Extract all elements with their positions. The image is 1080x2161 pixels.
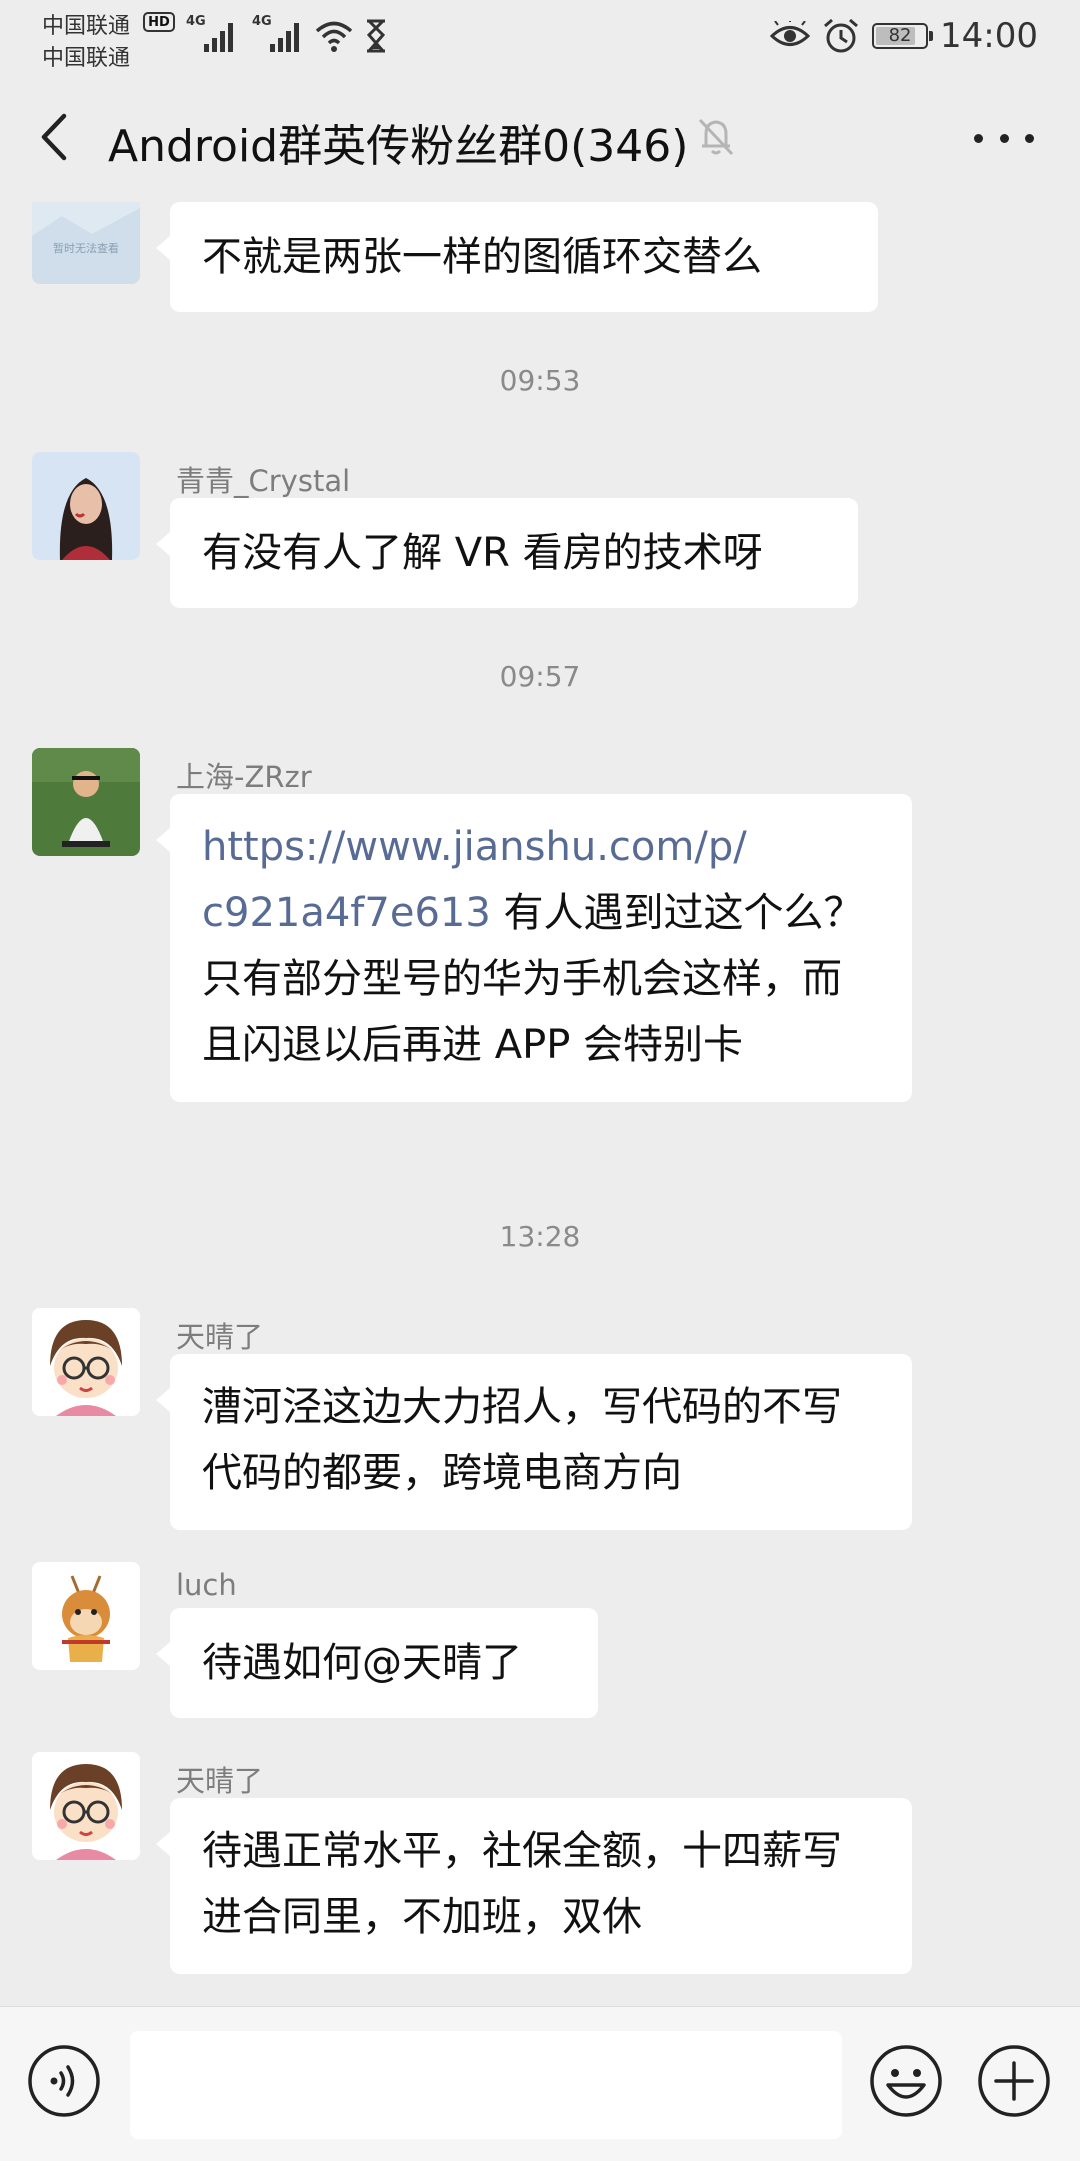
link-line-1: https://www.jianshu.com/p/ (202, 824, 747, 870)
signal-icon (204, 23, 233, 52)
chat-title: Android群英传粉丝群0(346) (108, 121, 689, 172)
more-dot (999, 133, 1009, 143)
avatar-cartoon-boy (32, 1752, 140, 1860)
input-bar (0, 2006, 1080, 2161)
timestamp: 13:28 (499, 1220, 581, 1253)
eye-icon (770, 21, 811, 46)
message-bubble[interactable]: 漕河泾这边大力招人，写代码的不写代码的都要，跨境电商方向 (156, 1354, 912, 1530)
carrier-info: 中国联通 HD 中国联通 4G 4G (42, 8, 402, 71)
message-bubble[interactable]: 待遇如何@天晴了 (156, 1608, 598, 1718)
voice-icon (28, 2045, 100, 2117)
avatar-caption: 暂时无法查看 (53, 242, 119, 255)
message-bubble[interactable]: https://www.jianshu.com/p/c921a4f7e613 有… (156, 794, 912, 1102)
avatar[interactable] (32, 452, 140, 560)
avatar[interactable] (32, 748, 140, 856)
message-bubble[interactable]: 有没有人了解 VR 看房的技术呀 (156, 498, 858, 608)
more-dot (1025, 133, 1034, 143)
bell-off-icon (698, 118, 734, 156)
message-text: 待遇如何@天晴了 (202, 1640, 522, 1686)
avatar[interactable]: 暂时无法查看 (32, 202, 140, 284)
sender-name: luch (176, 1568, 237, 1602)
sender-name: 天晴了 (176, 1320, 264, 1354)
hourglass-icon (366, 19, 386, 53)
sender-name: 天晴了 (176, 1764, 264, 1798)
message-text: 有没有人了解 VR 看房的技术呀 (202, 530, 763, 576)
message-bubble[interactable]: 待遇正常水平，社保全额，十四薪写进合同里，不加班，双休 (156, 1798, 912, 1974)
chat-header: Android群英传粉丝群0(346) (0, 72, 1080, 202)
status-right: 82 14:00 (770, 14, 1038, 58)
signal-icon (270, 23, 299, 52)
message-text: 不就是两张一样的图循环交替么 (202, 234, 762, 280)
carrier-1: 中国联通 (42, 14, 131, 39)
clock: 14:00 (940, 16, 1038, 56)
message-input[interactable] (130, 2031, 842, 2139)
message-list[interactable]: 暂时无法查看 不就是两张一样的图循环交替么 09:53 青青_Crystal 有… (0, 202, 1080, 2006)
more-dot (974, 133, 983, 143)
timestamp: 09:53 (499, 364, 581, 397)
emoji-icon (870, 2045, 942, 2117)
avatar[interactable] (32, 1752, 140, 1860)
avatar-cartoon-monkey (32, 1562, 140, 1670)
message-text: 待遇正常水平，社保全额，十四薪写进合同里，不加班，双休 (202, 1828, 842, 1940)
avatar-photo-man (32, 748, 140, 856)
avatar-photo-woman (32, 452, 140, 560)
wifi-icon (315, 21, 353, 52)
emoji-button[interactable] (868, 2043, 944, 2119)
battery-indicator: 82 (872, 23, 934, 49)
more-button[interactable] (974, 118, 1034, 158)
status-bar: 中国联通 HD 中国联通 4G 4G 82 14:00 (0, 0, 1080, 72)
sender-name: 上海-ZRzr (176, 760, 312, 794)
carrier-2: 中国联通 (42, 46, 131, 71)
sender-name: 青青_Crystal (176, 464, 351, 498)
timestamp: 09:57 (499, 660, 581, 693)
voice-button[interactable] (26, 2043, 102, 2119)
avatar[interactable] (32, 1308, 140, 1416)
link-line-2: c921a4f7e613 (202, 890, 491, 936)
avatar[interactable] (32, 1562, 140, 1670)
avatar-cartoon-boy (32, 1308, 140, 1416)
hd-badge: HD (143, 12, 175, 32)
alarm-icon (824, 18, 858, 53)
plus-circle-icon (978, 2045, 1050, 2117)
more-functions-button[interactable] (976, 2043, 1052, 2119)
message-text: 漕河泾这边大力招人，写代码的不写代码的都要，跨境电商方向 (202, 1384, 842, 1496)
message-bubble[interactable]: 不就是两张一样的图循环交替么 (156, 202, 878, 312)
back-button[interactable] (28, 104, 78, 170)
chevron-left-icon (41, 113, 67, 161)
battery-level: 82 (888, 25, 912, 46)
